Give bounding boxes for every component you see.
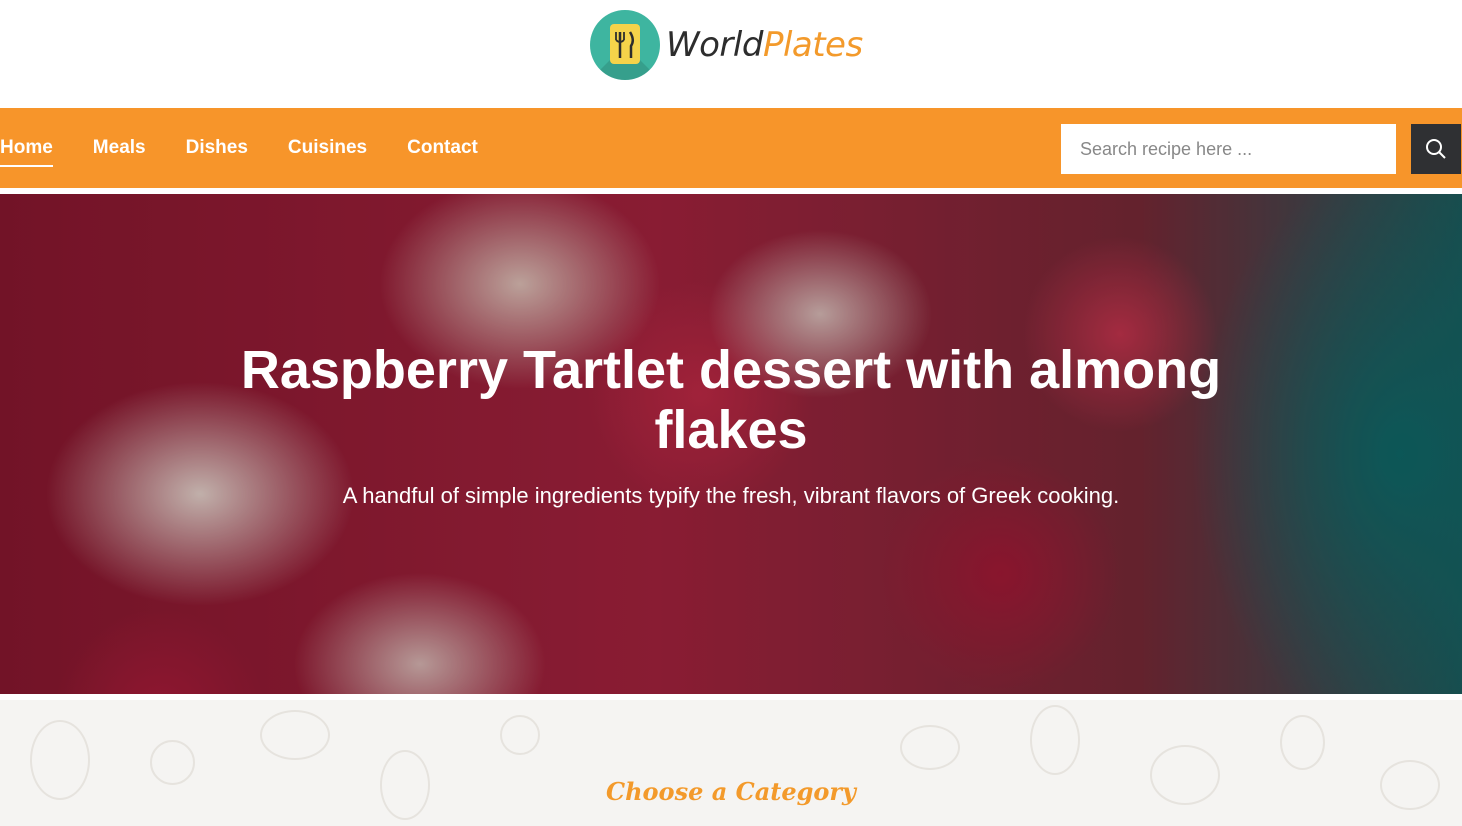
food-doodle-icon [500,715,540,755]
plate-logo-icon [590,10,660,80]
search-input[interactable] [1061,124,1396,174]
brand-name: WorldPlates [666,25,863,65]
category-heading: Choose a Category [606,777,856,806]
site-logo[interactable]: WorldPlates [590,10,863,80]
brand-name-part1: World [666,25,763,65]
search-button[interactable] [1411,124,1461,174]
nav-item-dishes[interactable]: Dishes [186,133,248,163]
food-doodle-icon [260,710,330,760]
nav-item-cuisines[interactable]: Cuisines [288,133,367,163]
search-icon [1426,139,1446,159]
main-nav: Home Meals Dishes Cuisines Contact [0,108,1462,188]
food-doodle-icon [1030,705,1080,775]
food-doodle-icon [900,725,960,770]
hero-title[interactable]: Raspberry Tartlet dessert with almong fl… [231,340,1231,460]
nav-item-meals[interactable]: Meals [93,133,146,163]
food-doodle-icon [1280,715,1325,770]
nav-item-contact[interactable]: Contact [407,133,478,163]
site-header: WorldPlates [0,0,1462,108]
nav-links: Home Meals Dishes Cuisines Contact [0,108,518,188]
category-section: Choose a Category [0,700,1462,826]
brand-name-part2: Plates [762,25,863,65]
hero-banner: Raspberry Tartlet dessert with almong fl… [0,194,1462,694]
hero-subtitle: A handful of simple ingredients typify t… [342,483,1120,508]
nav-item-home[interactable]: Home [0,133,53,167]
